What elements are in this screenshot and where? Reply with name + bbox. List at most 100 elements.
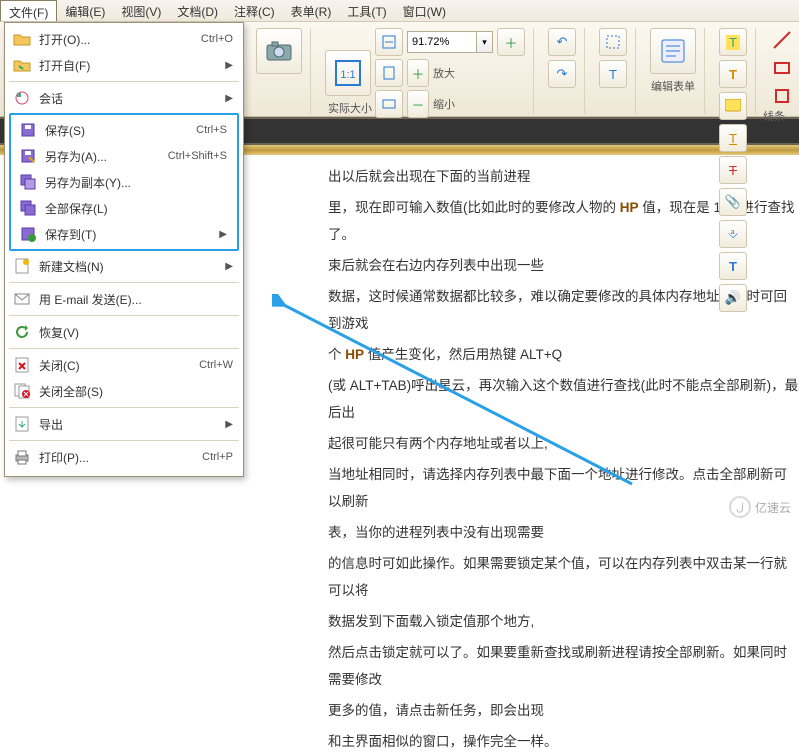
close-file-icon — [11, 355, 33, 375]
caret-tool[interactable]: ⎀ — [719, 220, 747, 248]
attach-tool[interactable]: 📎 — [719, 188, 747, 216]
menu-email-label: 用 E-mail 发送(E)... — [39, 291, 233, 308]
menu-new-doc[interactable]: 新建文档(N) ▶ — [5, 253, 243, 279]
zoom-in-button[interactable]: ＋ — [407, 59, 429, 87]
textbox-tool[interactable]: T — [719, 60, 747, 88]
envelope-icon — [11, 289, 33, 309]
rect2-tool[interactable] — [770, 84, 794, 108]
menu-save-as-label: 另存为(A)... — [45, 148, 168, 165]
sound-tool[interactable]: 🔊 — [719, 284, 747, 312]
menu-session[interactable]: 会话 ▶ — [5, 85, 243, 111]
rotate-right-icon: ↷ — [557, 66, 568, 82]
menu-save-copy-label: 另存为副本(Y)... — [45, 174, 227, 191]
fit-page-button[interactable] — [375, 59, 403, 87]
select-tool-button[interactable] — [599, 28, 627, 56]
rect-tool[interactable] — [770, 56, 794, 80]
menu-email[interactable]: 用 E-mail 发送(E)... — [5, 286, 243, 312]
menu-open-from[interactable]: 打开自(F) ▶ — [5, 52, 243, 78]
separator — [9, 282, 239, 283]
menu-window[interactable]: 窗口(W) — [395, 0, 454, 21]
lines-label: 线条 — [734, 108, 799, 124]
caret-icon: ⎀ — [728, 226, 738, 242]
rotate-left-button[interactable]: ↶ — [548, 28, 576, 56]
actual-size-label: 实际大小 — [327, 100, 373, 116]
menu-document[interactable]: 文档(D) — [169, 0, 226, 21]
menu-close[interactable]: 关闭(C) Ctrl+W — [5, 352, 243, 378]
textbox-icon: T — [729, 67, 737, 82]
actual-size-button[interactable]: 1:1 — [325, 50, 371, 96]
menu-close-all[interactable]: 关闭全部(S) — [5, 378, 243, 404]
text-select-icon: T — [609, 67, 617, 82]
actual-size-icon: 1:1 — [333, 58, 363, 88]
typewriter-tool[interactable]: T — [719, 252, 747, 280]
zoom-combo[interactable]: ▾ — [407, 31, 493, 53]
zoom-out-label: 缩小 — [433, 96, 455, 112]
menu-open[interactable]: 打开(O)... Ctrl+O — [5, 26, 243, 52]
menu-new-doc-label: 新建文档(N) — [39, 258, 221, 275]
menu-save-label: 保存(S) — [45, 122, 196, 139]
watermark-logo-icon: ل — [729, 496, 751, 518]
underline-icon: T — [729, 131, 737, 146]
save-all-icon — [17, 198, 39, 218]
menu-tools[interactable]: 工具(T) — [339, 0, 394, 21]
save-group-highlight: 保存(S) Ctrl+S 另存为(A)... Ctrl+Shift+S 另存为副… — [9, 113, 239, 251]
menu-save-as-accel: Ctrl+Shift+S — [168, 150, 227, 162]
menu-print[interactable]: 打印(P)... Ctrl+P — [5, 444, 243, 470]
highlight-icon: T — [726, 35, 740, 50]
snapshot-button[interactable] — [256, 28, 302, 74]
menu-view[interactable]: 视图(V) — [113, 0, 169, 21]
menu-save-all[interactable]: 全部保存(L) — [11, 195, 237, 221]
watermark: ل 亿速云 — [729, 496, 791, 518]
form-icon — [658, 36, 688, 66]
menu-open-from-label: 打开自(F) — [39, 57, 221, 74]
zoom-dropdown[interactable]: ▾ — [477, 31, 493, 53]
fit-visible-icon — [381, 96, 397, 112]
menu-open-accel: Ctrl+O — [201, 33, 233, 45]
highlight-tool[interactable]: T — [719, 28, 747, 56]
underline-tool[interactable]: T — [719, 124, 747, 152]
text-line: (或 ALT+TAB)呼出星云，再次输入这个数值进行查找(此时不能点全部刷新)，… — [328, 372, 799, 426]
toolbar-group-zoom: 1:1 ▾ ＋ ＋ 放大 － — [317, 28, 534, 114]
strike-tool[interactable]: T — [719, 156, 747, 184]
save-icon — [17, 120, 39, 140]
menu-edit[interactable]: 编辑(E) — [57, 0, 113, 21]
menu-file[interactable]: 文件(F) — [0, 0, 57, 21]
line-tool[interactable] — [770, 28, 794, 52]
menu-save-to[interactable]: 保存到(T) ▶ — [11, 221, 237, 247]
menu-export[interactable]: 导出 ▶ — [5, 411, 243, 437]
menu-session-label: 会话 — [39, 90, 221, 107]
submenu-arrow-icon: ▶ — [225, 93, 233, 104]
fit-width-button[interactable] — [375, 28, 403, 56]
text-line: 数据发到下面载入锁定值那个地方, — [328, 608, 799, 635]
watermark-text: 亿速云 — [755, 499, 791, 516]
folder-open-from-icon — [11, 55, 33, 75]
select-text-button[interactable]: T — [599, 60, 627, 88]
menu-revert-label: 恢复(V) — [39, 324, 233, 341]
zoom-input[interactable] — [407, 31, 477, 53]
toolbar-group-form: 编辑表单 — [642, 28, 705, 114]
rotate-left-icon: ↶ — [557, 34, 568, 50]
folder-open-icon — [11, 29, 33, 49]
menu-save-copy[interactable]: 另存为副本(Y)... — [11, 169, 237, 195]
zoom-plus-button[interactable]: ＋ — [497, 28, 525, 56]
file-menu-dropdown: 打开(O)... Ctrl+O 打开自(F) ▶ 会话 ▶ 保存(S) Ctrl… — [4, 22, 244, 477]
rotate-right-button[interactable]: ↷ — [548, 60, 576, 88]
export-icon — [11, 414, 33, 434]
save-copy-icon — [17, 172, 39, 192]
separator — [9, 440, 239, 441]
edit-form-label: 编辑表单 — [650, 78, 696, 94]
menu-comment[interactable]: 注释(C) — [226, 0, 283, 21]
menu-form[interactable]: 表单(R) — [283, 0, 340, 21]
new-doc-icon — [11, 256, 33, 276]
menu-revert[interactable]: 恢复(V) — [5, 319, 243, 345]
menu-save[interactable]: 保存(S) Ctrl+S — [11, 117, 237, 143]
menu-close-accel: Ctrl+W — [199, 359, 233, 371]
svg-text:1:1: 1:1 — [340, 69, 355, 81]
zoom-out-button[interactable]: － — [407, 90, 429, 118]
edit-form-button[interactable] — [650, 28, 696, 74]
square-icon — [772, 86, 792, 106]
menu-open-label: 打开(O)... — [39, 31, 201, 48]
separator — [9, 407, 239, 408]
menu-save-as[interactable]: 另存为(A)... Ctrl+Shift+S — [11, 143, 237, 169]
fit-visible-button[interactable] — [375, 90, 403, 118]
